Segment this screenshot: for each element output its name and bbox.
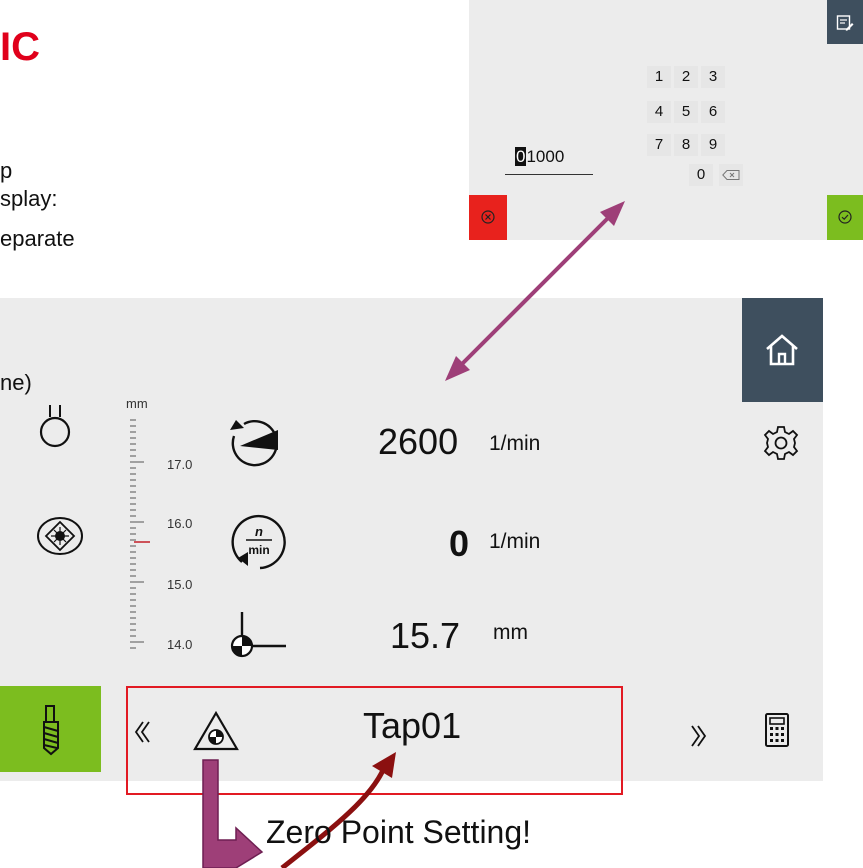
double-arrow-line (456, 212, 614, 370)
annotation-arrows (202, 201, 625, 868)
curved-arrow-head (372, 752, 396, 778)
bent-block-arrow (202, 759, 264, 868)
zero-point-annotation: Zero Point Setting! (266, 814, 532, 850)
